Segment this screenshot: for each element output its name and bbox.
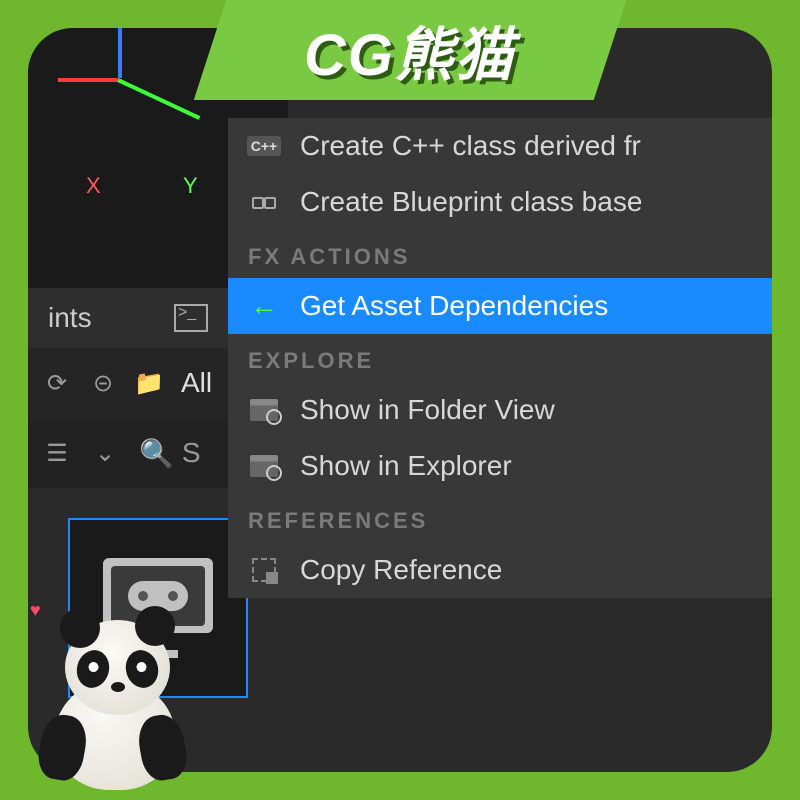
chevron-down-icon[interactable]: ⌄ bbox=[91, 439, 119, 467]
panda-nose bbox=[111, 682, 125, 692]
folder-explorer-icon bbox=[248, 450, 280, 482]
refresh-icon[interactable]: ⟳ bbox=[43, 369, 71, 397]
context-menu: C++ Create C++ class derived fr Create B… bbox=[228, 118, 772, 598]
menu-section-references: REFERENCES bbox=[228, 494, 772, 542]
menu-section-fx: FX ACTIONS bbox=[228, 230, 772, 278]
menu-show-folder-view[interactable]: Show in Folder View bbox=[228, 382, 772, 438]
watermark-banner: CG熊猫 bbox=[194, 0, 626, 100]
arrow-left-icon: ← bbox=[248, 290, 280, 322]
heart-icon: ♥ bbox=[30, 600, 41, 621]
filter-bar: ☰ ⌄ 🔍 S bbox=[28, 418, 228, 488]
cpp-icon: C++ bbox=[248, 130, 280, 162]
watermark-text: CG熊猫 bbox=[304, 8, 515, 92]
content-toolbar: ⟳ ⊝ 📁 All bbox=[28, 348, 228, 418]
copy-reference-icon bbox=[248, 554, 280, 586]
folder-search-icon bbox=[248, 394, 280, 426]
menu-section-explore: EXPLORE bbox=[228, 334, 772, 382]
axis-y-label: Y bbox=[183, 173, 198, 199]
axis-x-line bbox=[58, 78, 118, 82]
tab-bar: ints bbox=[28, 288, 228, 348]
menu-copy-reference[interactable]: Copy Reference bbox=[228, 542, 772, 598]
menu-create-cpp-label: Create C++ class derived fr bbox=[300, 130, 641, 162]
menu-show-folder-view-label: Show in Folder View bbox=[300, 394, 555, 426]
menu-create-blueprint[interactable]: Create Blueprint class base bbox=[228, 174, 772, 230]
panda-eye-right bbox=[122, 647, 163, 692]
console-icon[interactable] bbox=[174, 304, 208, 332]
search-text: S bbox=[182, 437, 201, 469]
panda-mascot: ♥ bbox=[10, 590, 210, 790]
panda-ear-right bbox=[135, 606, 175, 646]
filter-icon[interactable]: ☰ bbox=[43, 439, 71, 467]
axis-z-line bbox=[118, 28, 122, 78]
menu-show-explorer-label: Show in Explorer bbox=[300, 450, 512, 482]
menu-copy-reference-label: Copy Reference bbox=[300, 554, 502, 586]
panda-eye-left bbox=[73, 647, 114, 692]
axis-x-label: X bbox=[86, 173, 101, 199]
search-icon: 🔍 bbox=[139, 437, 174, 470]
menu-create-blueprint-label: Create Blueprint class base bbox=[300, 186, 642, 218]
folder-icon[interactable]: 📁 bbox=[135, 369, 163, 397]
search-input[interactable]: 🔍 S bbox=[139, 437, 201, 470]
all-filter-label[interactable]: All bbox=[181, 367, 212, 399]
axis-y-line bbox=[117, 78, 200, 120]
menu-get-dependencies[interactable]: ← Get Asset Dependencies bbox=[228, 278, 772, 334]
menu-create-cpp[interactable]: C++ Create C++ class derived fr bbox=[228, 118, 772, 174]
forward-icon[interactable]: ⊝ bbox=[89, 369, 117, 397]
menu-get-dependencies-label: Get Asset Dependencies bbox=[300, 290, 608, 322]
panda-ear-left bbox=[60, 608, 100, 648]
menu-show-explorer[interactable]: Show in Explorer bbox=[228, 438, 772, 494]
panda-head bbox=[65, 620, 170, 715]
tab-label[interactable]: ints bbox=[48, 302, 92, 334]
blueprint-icon bbox=[248, 186, 280, 218]
